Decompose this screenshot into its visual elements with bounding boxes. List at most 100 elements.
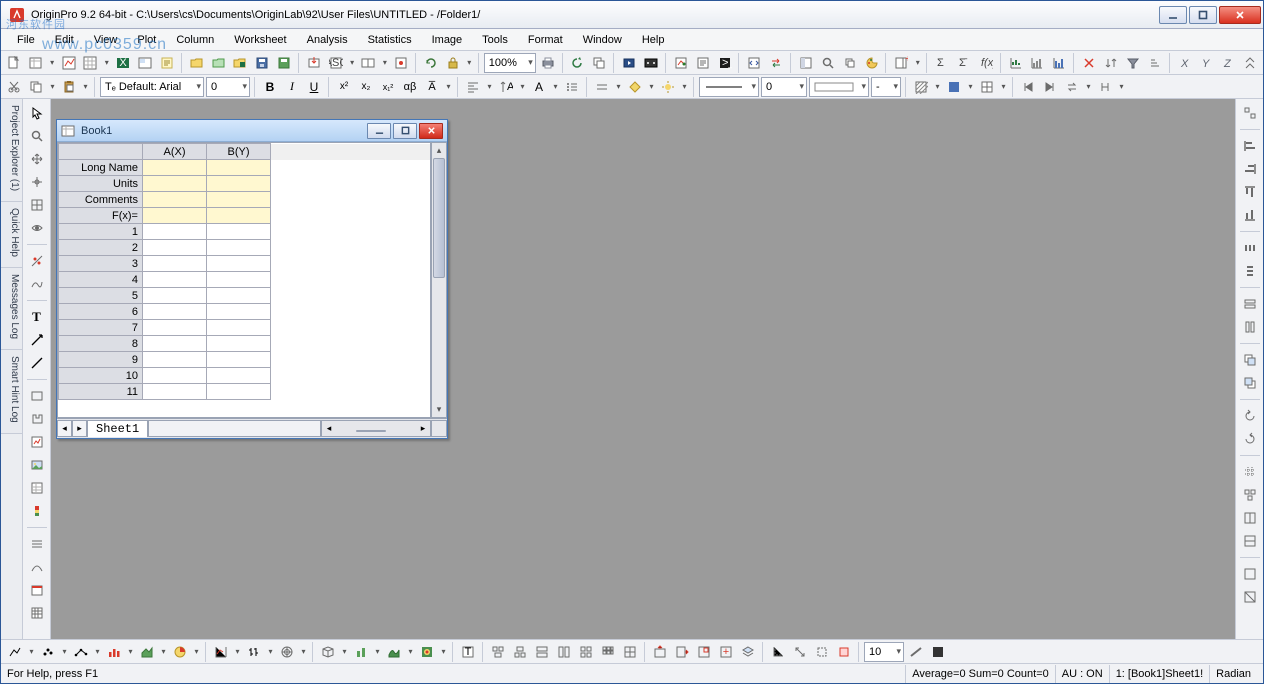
chart1-button[interactable] [1028,53,1048,73]
column-plot-button[interactable] [104,642,124,662]
window-minimize-button[interactable] [1159,6,1187,24]
gradient-button[interactable] [944,77,964,97]
row-header[interactable]: 6 [59,304,143,320]
slide-show-button[interactable] [619,53,639,73]
cell[interactable] [207,336,271,352]
scroll-up-button[interactable]: ▴ [432,143,446,158]
new-graph-button[interactable] [59,53,79,73]
swap-button[interactable] [1062,77,1082,97]
superscript-button[interactable]: x² [334,77,354,97]
bring-front[interactable] [1239,350,1261,370]
layout-1[interactable] [1239,508,1261,528]
supersub-button[interactable]: x₁² [378,77,398,97]
cell[interactable] [207,352,271,368]
workbook-minimize-button[interactable] [367,123,391,139]
ls-dropdown[interactable]: ▾ [93,647,102,656]
open-template-button[interactable] [209,53,229,73]
hscroll-right-button[interactable]: ▸ [416,421,430,436]
cell[interactable] [143,368,207,384]
rect-tool[interactable] [26,386,48,406]
same-width[interactable] [1239,294,1261,314]
dock-quick-help[interactable]: Quick Help [1,202,22,268]
line-dash-combo[interactable] [699,77,759,97]
layer-mgmt-button[interactable] [738,642,758,662]
bullets-button[interactable] [562,77,582,97]
windows-button[interactable] [840,53,860,73]
rotate-right[interactable] [1239,429,1261,449]
cell[interactable] [207,288,271,304]
font-name-combo[interactable]: Tₑ Default: Arial [100,77,204,97]
workbook-titlebar[interactable]: Book1 [57,120,447,142]
status-angle[interactable]: Radian [1209,665,1257,683]
enlarge-button[interactable] [1240,53,1260,73]
axis-button[interactable] [768,642,788,662]
import-dropdown[interactable]: ▾ [348,58,357,67]
rotate-left[interactable] [1239,406,1261,426]
insert-graph-button[interactable] [26,432,48,452]
status-au[interactable]: AU : ON [1055,665,1109,683]
menu-edit[interactable]: Edit [45,32,84,48]
col-dropdown[interactable]: ▾ [126,647,135,656]
cell[interactable] [207,304,271,320]
cell[interactable] [143,224,207,240]
stats2-button[interactable]: Σ̄ [954,53,974,73]
3d-bars-button[interactable] [351,642,371,662]
pan-tool[interactable] [26,149,48,169]
gradient-dropdown[interactable]: ▾ [966,82,975,91]
add-column-button[interactable]: + [891,53,911,73]
zoom-tool[interactable] [26,126,48,146]
fcolor-dropdown[interactable]: ▾ [551,82,560,91]
new-matrix-button[interactable] [80,53,100,73]
same-height[interactable] [1239,317,1261,337]
subscript-button[interactable]: x₂ [356,77,376,97]
open-excel-button[interactable] [230,53,250,73]
vertical-text-button[interactable]: A [496,77,516,97]
misc-1[interactable] [1239,564,1261,584]
cell[interactable] [207,176,271,192]
menu-file[interactable]: File [7,32,45,48]
cell[interactable] [143,304,207,320]
dark-mode-button[interactable] [928,642,948,662]
save-template-button[interactable] [274,53,294,73]
exchange-xy-button[interactable] [790,642,810,662]
mask-points-tool[interactable] [26,251,48,271]
command-window-button[interactable]: >_ [715,53,735,73]
workbook-maximize-button[interactable] [393,123,417,139]
cell[interactable] [143,240,207,256]
new-workbook-button[interactable] [26,53,46,73]
cell[interactable] [143,320,207,336]
double-y-button[interactable] [211,642,231,662]
extract-button[interactable] [510,642,530,662]
row-header[interactable]: 1 [59,224,143,240]
3d-dropdown[interactable]: ▾ [340,647,349,656]
column-header-a[interactable]: A(X) [143,144,207,160]
dock-project-explorer[interactable]: Project Explorer (1) [1,99,22,202]
cell[interactable] [207,240,271,256]
table-tool[interactable] [26,603,48,623]
add-layer-button[interactable]: + [716,642,736,662]
grid-toggle-button[interactable] [977,77,997,97]
panel-v-button[interactable] [554,642,574,662]
mdi-canvas[interactable]: Book1 A(X)B(Y) Long Name Units Comments … [51,99,1235,639]
date-button[interactable] [26,580,48,600]
mask-range-button[interactable] [834,642,854,662]
scatter-dropdown[interactable]: ▾ [60,647,69,656]
lines-button[interactable] [26,534,48,554]
3d-scatter-button[interactable] [318,642,338,662]
scroll-down-button[interactable]: ▾ [432,402,446,417]
align-top-obj[interactable] [1239,182,1261,202]
row-header[interactable]: 3 [59,256,143,272]
new-layout-button[interactable] [135,53,155,73]
lstyle-dropdown[interactable]: ▾ [614,82,623,91]
exchange-dropdown[interactable]: ▾ [1117,82,1126,91]
dock-smart-hint-log[interactable]: Smart Hint Log [1,350,22,434]
fill-dropdown[interactable]: ▾ [647,82,656,91]
merge-button[interactable] [488,642,508,662]
align-left-obj[interactable] [1239,136,1261,156]
menu-plot[interactable]: Plot [127,32,166,48]
print-button[interactable] [538,53,558,73]
sheet-nav-first[interactable]: ◂ [57,420,72,437]
menu-view[interactable]: View [84,32,128,48]
row-label-longname[interactable]: Long Name [59,160,143,176]
row-header[interactable]: 10 [59,368,143,384]
